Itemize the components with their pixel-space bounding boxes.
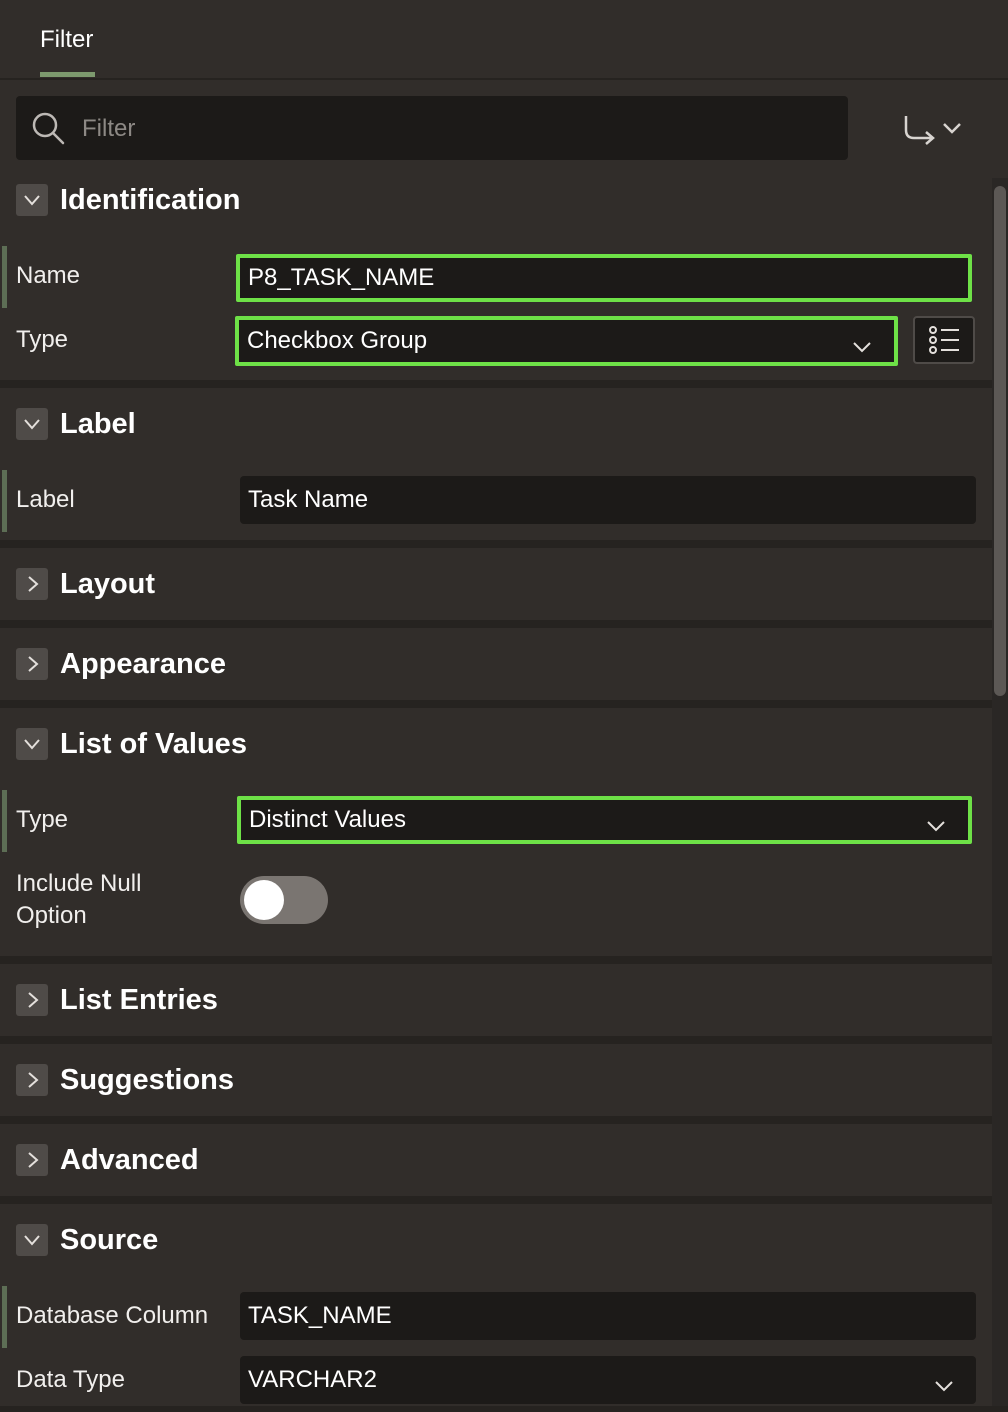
section-title: Identification bbox=[60, 184, 241, 216]
section-title: Source bbox=[60, 1224, 159, 1256]
chevron-down-icon bbox=[852, 333, 872, 361]
section-source-header[interactable]: Source bbox=[0, 1210, 992, 1274]
active-tab-indicator bbox=[40, 72, 95, 77]
section-divider bbox=[0, 1196, 992, 1204]
section-divider bbox=[0, 956, 992, 964]
goto-arrow-icon bbox=[896, 116, 972, 158]
section-label-header[interactable]: Label bbox=[0, 394, 992, 458]
scrollbar-thumb[interactable] bbox=[994, 186, 1006, 696]
chevron-down-icon bbox=[934, 1372, 954, 1400]
section-divider bbox=[0, 700, 992, 708]
section-list-of-values-header[interactable]: List of Values bbox=[0, 714, 992, 778]
chevron-right-icon[interactable] bbox=[16, 1064, 48, 1096]
chevron-down-icon[interactable] bbox=[16, 408, 48, 440]
section-divider bbox=[0, 1116, 992, 1124]
scrollbar[interactable] bbox=[992, 178, 1008, 1412]
section-title: Advanced bbox=[60, 1144, 199, 1176]
section-divider bbox=[0, 380, 992, 388]
list-details-button[interactable] bbox=[913, 316, 975, 364]
filter-input[interactable] bbox=[80, 108, 824, 150]
tab-bar: Filter bbox=[0, 0, 1008, 80]
filter-box bbox=[16, 96, 848, 160]
chevron-down-icon[interactable] bbox=[16, 728, 48, 760]
section-title: Layout bbox=[60, 568, 156, 600]
section-suggestions-header[interactable]: Suggestions bbox=[0, 1050, 992, 1114]
lov-type-select[interactable]: Distinct Values bbox=[237, 796, 972, 844]
type-select[interactable]: Checkbox Group bbox=[235, 316, 898, 366]
chevron-down-icon[interactable] bbox=[16, 184, 48, 216]
label-label: Label bbox=[16, 486, 75, 513]
chevron-down-icon bbox=[926, 812, 946, 840]
section-title: List of Values bbox=[60, 728, 247, 760]
section-advanced-header[interactable]: Advanced bbox=[0, 1130, 992, 1194]
chevron-down-icon[interactable] bbox=[16, 1224, 48, 1256]
name-field[interactable]: P8_TASK_NAME bbox=[236, 254, 972, 302]
section-list-entries-header[interactable]: List Entries bbox=[0, 970, 992, 1034]
list-icon bbox=[915, 326, 973, 366]
section-divider bbox=[0, 540, 992, 548]
chevron-right-icon[interactable] bbox=[16, 568, 48, 600]
chevron-right-icon[interactable] bbox=[16, 648, 48, 680]
required-indicator bbox=[2, 1286, 7, 1348]
label-field[interactable]: Task Name bbox=[240, 476, 976, 524]
section-identification-header[interactable]: Identification bbox=[0, 170, 992, 234]
goto-group-button[interactable] bbox=[896, 104, 972, 154]
database-column-field[interactable]: TASK_NAME bbox=[240, 1292, 976, 1340]
tab-filter[interactable]: Filter bbox=[40, 26, 93, 54]
toggle-knob bbox=[244, 880, 284, 920]
chevron-right-icon[interactable] bbox=[16, 1144, 48, 1176]
lov-type-label: Type bbox=[16, 806, 69, 833]
type-label: Type bbox=[16, 326, 69, 353]
include-null-toggle[interactable] bbox=[240, 876, 328, 924]
required-indicator bbox=[2, 246, 7, 308]
section-divider bbox=[0, 620, 992, 628]
include-null-label: Include Null Option bbox=[16, 870, 142, 929]
section-title: Label bbox=[60, 408, 136, 440]
section-title: Suggestions bbox=[60, 1064, 235, 1096]
chevron-right-icon[interactable] bbox=[16, 984, 48, 1016]
section-divider bbox=[0, 1036, 992, 1044]
name-label: Name bbox=[16, 262, 81, 289]
data-type-select[interactable]: VARCHAR2 bbox=[240, 1356, 976, 1404]
section-title: Appearance bbox=[60, 648, 227, 680]
section-title: List Entries bbox=[60, 984, 218, 1016]
required-indicator bbox=[2, 470, 7, 532]
search-icon bbox=[30, 110, 66, 146]
section-layout-header[interactable]: Layout bbox=[0, 554, 992, 618]
data-type-label: Data Type bbox=[16, 1366, 125, 1393]
required-indicator bbox=[2, 790, 7, 852]
database-column-label: Database Column bbox=[16, 1302, 209, 1329]
section-appearance-header[interactable]: Appearance bbox=[0, 634, 992, 698]
bottom-border bbox=[0, 1406, 1008, 1412]
